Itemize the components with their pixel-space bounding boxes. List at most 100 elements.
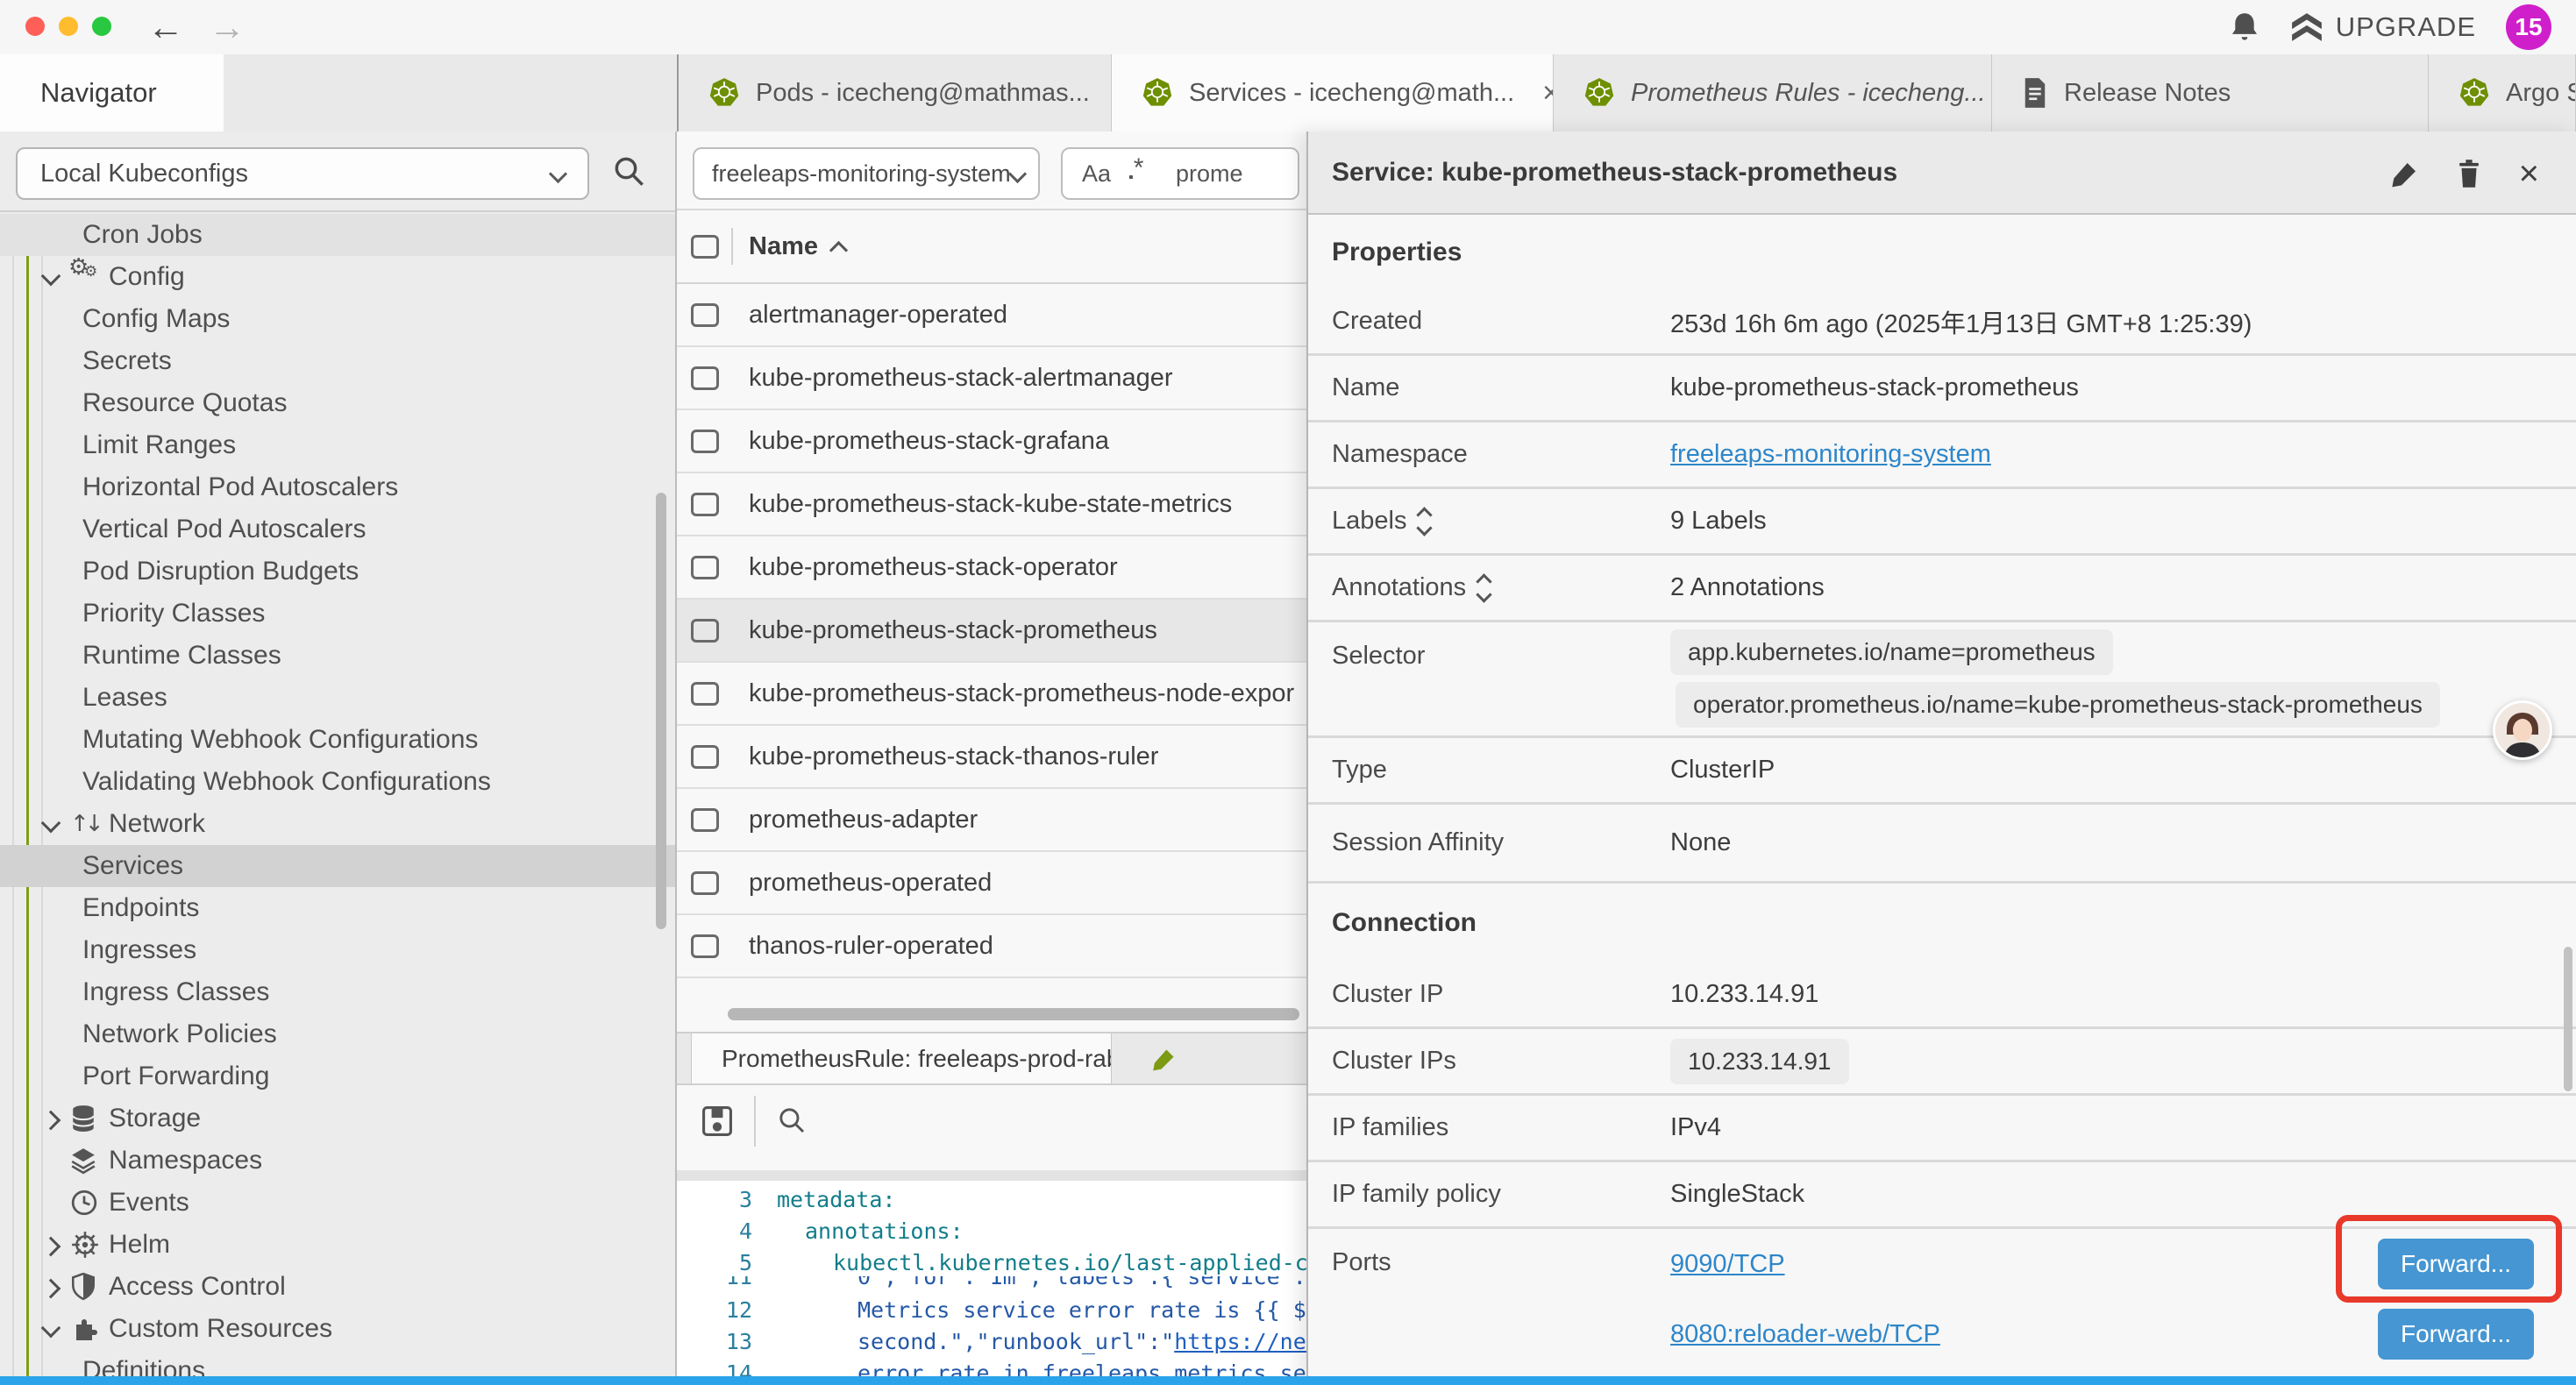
sidebar-item[interactable]: ⚙⚙ Config <box>0 256 677 298</box>
sidebar-item[interactable]: Secrets <box>0 340 677 382</box>
avatar[interactable] <box>2493 700 2552 760</box>
row-checkbox[interactable] <box>691 682 719 706</box>
selector-chip[interactable]: operator.prometheus.io/name=kube-prometh… <box>1676 682 2440 728</box>
editor-tab-partial[interactable] <box>1115 1033 1306 1083</box>
sidebar-item[interactable]: Validating Webhook Configurations <box>0 761 677 803</box>
table-row[interactable]: prometheus-adapter <box>677 789 1306 852</box>
table-row[interactable]: thanos-ruler-operated <box>677 915 1306 978</box>
expand-chevron-icon[interactable] <box>39 1190 70 1216</box>
expand-chevron-icon[interactable] <box>39 1316 70 1342</box>
table-row[interactable]: kube-prometheus-stack-alertmanager <box>677 347 1306 410</box>
row-checkbox[interactable] <box>691 493 719 516</box>
notification-badge[interactable]: 15 <box>2506 4 2551 50</box>
port-link[interactable]: 9090/TCP <box>1670 1250 1785 1279</box>
sidebar-item[interactable]: Horizontal Pod Autoscalers <box>0 466 677 508</box>
row-checkbox[interactable] <box>691 808 719 832</box>
row-checkbox[interactable] <box>691 934 719 958</box>
sidebar-item[interactable]: Namespaces <box>0 1140 677 1182</box>
sidebar-item[interactable]: Network Policies <box>0 1013 677 1055</box>
expand-collapse-icon[interactable] <box>1419 509 1430 534</box>
app-tab[interactable]: Argo Se <box>2429 54 2576 131</box>
forward-button[interactable]: Forward... <box>2378 1309 2534 1360</box>
name-column-header[interactable]: Name <box>749 232 845 261</box>
sidebar-item[interactable]: Ingress Classes <box>0 971 677 1013</box>
expand-chevron-icon[interactable] <box>39 1105 70 1132</box>
minimize-window-button[interactable] <box>59 17 78 36</box>
app-tab[interactable]: Prometheus Rules - icecheng... <box>1554 54 1992 131</box>
app-tab[interactable]: Release Notes <box>1992 54 2429 131</box>
port-link[interactable]: 8080:reloader-web/TCP <box>1670 1320 1940 1349</box>
sidebar-item[interactable]: Events <box>0 1182 677 1224</box>
kubeconfig-select[interactable]: Local Kubeconfigs <box>16 147 589 200</box>
sidebar-scrollbar[interactable] <box>656 493 666 929</box>
upgrade-button[interactable]: UPGRADE <box>2290 11 2476 44</box>
close-icon[interactable]: × <box>2519 156 2539 191</box>
cluster-ip-chip[interactable]: 10.233.14.91 <box>1670 1039 1849 1084</box>
app-tab[interactable]: Pods - icecheng@mathmas... <box>679 54 1112 131</box>
sidebar-item[interactable]: Ingresses <box>0 929 677 971</box>
table-row[interactable]: kube-prometheus-stack-operator <box>677 536 1306 600</box>
namespace-link[interactable]: freeleaps-monitoring-system <box>1670 440 1991 469</box>
sidebar-item[interactable]: Priority Classes <box>0 593 677 635</box>
sidebar-item[interactable]: Mutating Webhook Configurations <box>0 719 677 761</box>
expand-collapse-icon[interactable] <box>1478 576 1490 600</box>
close-window-button[interactable] <box>25 17 45 36</box>
save-icon[interactable] <box>701 1105 733 1137</box>
namespace-filter-select[interactable]: freeleaps-monitoring-system <box>693 147 1040 200</box>
back-button[interactable]: ← <box>147 2 184 53</box>
sidebar-item[interactable]: Runtime Classes <box>0 635 677 677</box>
sidebar-item[interactable]: Endpoints <box>0 887 677 929</box>
table-row[interactable]: kube-prometheus-stack-prometheus-node-ex… <box>677 663 1306 726</box>
sidebar-item[interactable]: ↑↓ Network <box>0 803 677 845</box>
table-row[interactable]: kube-prometheus-stack-kube-state-metrics <box>677 473 1306 536</box>
detail-scrollbar[interactable] <box>2564 947 2572 1091</box>
table-row[interactable]: kube-prometheus-stack-grafana <box>677 410 1306 473</box>
sidebar-item[interactable]: Port Forwarding <box>0 1055 677 1097</box>
match-case-toggle[interactable]: Aa <box>1082 160 1111 188</box>
list-search-input[interactable]: Aa ▪* prome <box>1061 147 1299 200</box>
sidebar-item[interactable]: Resource Quotas <box>0 382 677 424</box>
table-horizontal-scrollbar[interactable] <box>728 1008 1299 1020</box>
sidebar-item[interactable]: Helm <box>0 1224 677 1266</box>
editor-scroll-track[interactable] <box>677 1170 1306 1181</box>
editor-search-icon[interactable] <box>777 1105 808 1137</box>
sidebar-item[interactable]: Vertical Pod Autoscalers <box>0 508 677 550</box>
expand-chevron-icon[interactable] <box>39 264 70 290</box>
sidebar-item[interactable]: Access Control <box>0 1266 677 1308</box>
bell-icon[interactable] <box>2229 10 2260 45</box>
navigator-tab[interactable]: Navigator <box>0 54 224 131</box>
sidebar-item[interactable]: Custom Resources <box>0 1308 677 1350</box>
edit-icon[interactable] <box>2391 160 2419 188</box>
table-row[interactable]: prometheus-operated <box>677 852 1306 915</box>
table-row[interactable]: alertmanager-operated <box>677 284 1306 347</box>
expand-chevron-icon[interactable] <box>39 811 70 837</box>
row-checkbox[interactable] <box>691 619 719 643</box>
close-tab-icon[interactable]: × <box>1542 76 1554 110</box>
sidebar-item[interactable]: Limit Ranges <box>0 424 677 466</box>
expand-chevron-icon[interactable] <box>39 1147 70 1174</box>
expand-chevron-icon[interactable] <box>39 1232 70 1258</box>
table-row[interactable]: kube-prometheus-stack-prometheus <box>677 600 1306 663</box>
sidebar-item[interactable]: Services <box>0 845 677 887</box>
regex-toggle[interactable]: ▪* <box>1128 159 1158 188</box>
row-checkbox[interactable] <box>691 366 719 390</box>
row-checkbox[interactable] <box>691 745 719 769</box>
yaml-editor[interactable]: 3metadata: 4annotations: 5kubectl.kubern… <box>677 1181 1306 1385</box>
table-row[interactable]: kube-prometheus-stack-thanos-ruler <box>677 726 1306 789</box>
sidebar-item[interactable]: Config Maps <box>0 298 677 340</box>
expand-chevron-icon[interactable] <box>39 1274 70 1300</box>
delete-icon[interactable] <box>2456 159 2482 188</box>
row-checkbox[interactable] <box>691 556 719 579</box>
sidebar-item[interactable]: Cron Jobs <box>0 214 677 256</box>
search-icon[interactable] <box>612 154 647 189</box>
forward-button[interactable]: → <box>209 2 246 53</box>
editor-tab[interactable]: PrometheusRule: freeleaps-prod-rabbitmq <box>691 1033 1112 1083</box>
sidebar-item[interactable]: Storage <box>0 1097 677 1140</box>
app-tab[interactable]: Services - icecheng@math... × <box>1112 54 1554 131</box>
row-checkbox[interactable] <box>691 871 719 895</box>
sidebar-item[interactable]: Leases <box>0 677 677 719</box>
row-checkbox[interactable] <box>691 430 719 453</box>
row-checkbox[interactable] <box>691 303 719 327</box>
select-all-checkbox[interactable] <box>691 235 719 259</box>
selector-chip[interactable]: app.kubernetes.io/name=prometheus <box>1670 629 2113 675</box>
